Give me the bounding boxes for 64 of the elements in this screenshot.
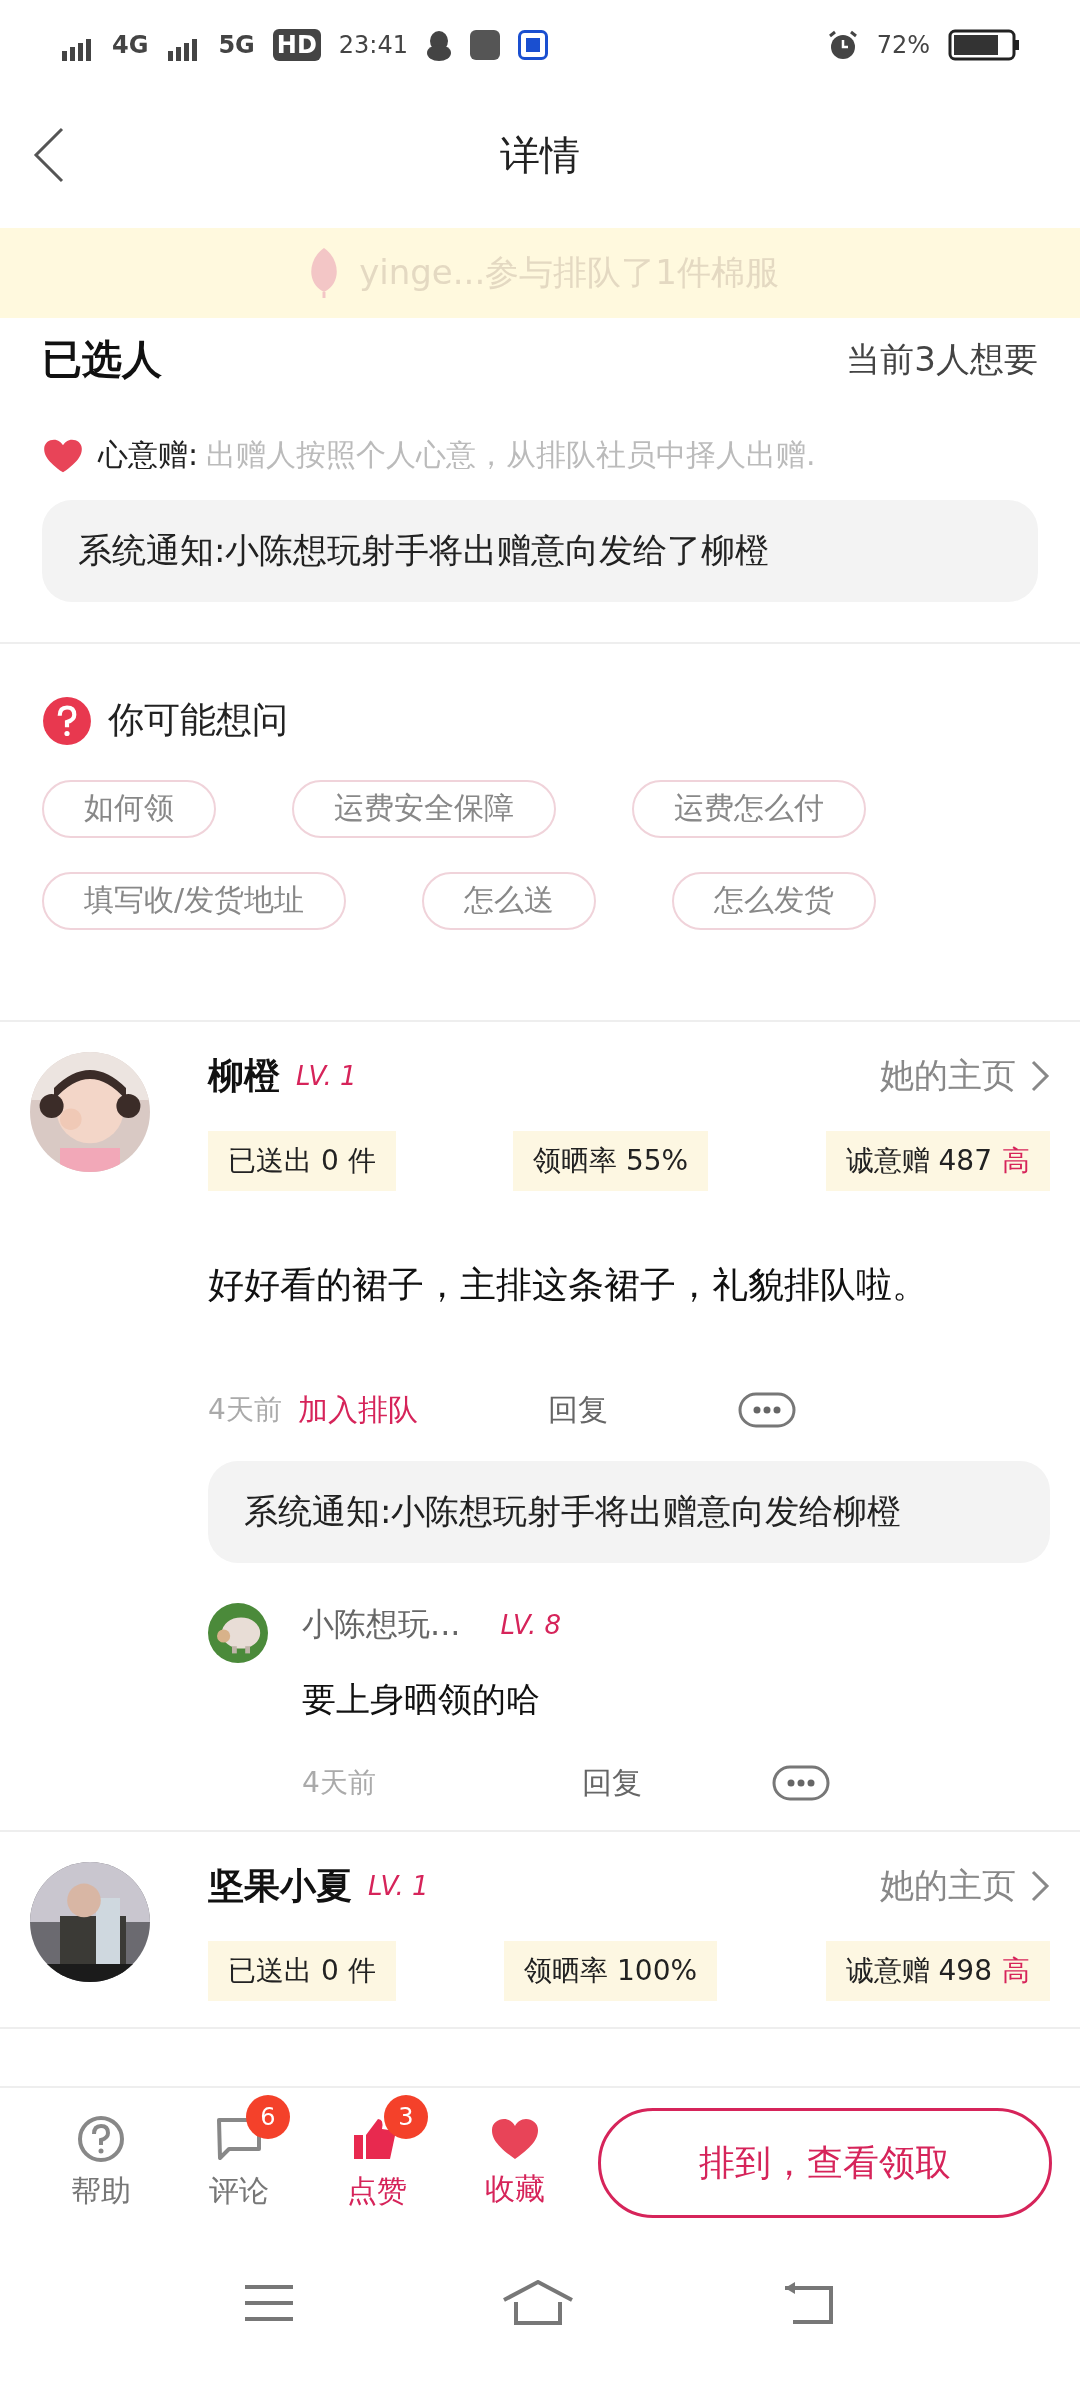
app-icon xyxy=(518,30,548,60)
heart-icon xyxy=(490,2116,540,2161)
comment-text: 好好看的裙子，主排这条裙子，礼貌排队啦。 xyxy=(208,1262,929,1307)
app-icon xyxy=(470,30,500,60)
rule-label: 心意赠: xyxy=(98,436,199,474)
profile-link[interactable]: 她的主页 xyxy=(880,1053,1050,1100)
join-queue-link[interactable]: 加入排队 xyxy=(297,1389,548,1431)
count-badge: 6 xyxy=(246,2094,290,2139)
battery-icon xyxy=(948,29,1020,61)
section-title: 已选人 xyxy=(42,335,162,384)
question-chip[interactable]: 运费安全保障 xyxy=(292,779,556,838)
count-badge: 3 xyxy=(384,2094,428,2139)
chevron-right-icon xyxy=(1030,1059,1050,1094)
user-name: 柳橙 xyxy=(208,1053,280,1098)
home-icon[interactable] xyxy=(502,2280,574,2326)
sent-stat: 已送出 0 件 xyxy=(208,1130,396,1191)
rule-text: 出赠人按照个人心意，从排队社员中择人出赠. xyxy=(206,436,816,474)
favorite-tab[interactable]: 收藏 xyxy=(450,2096,580,2210)
system-notice: 系统通知:小陈想玩射手将出赠意向发给了柳橙 xyxy=(42,500,1038,602)
comment-tab[interactable]: 6 评论 xyxy=(174,2094,304,2212)
alarm-icon xyxy=(826,29,859,61)
sincerity-score: 诚意赠 498 xyxy=(845,1952,992,1989)
more-icon[interactable] xyxy=(737,1392,796,1429)
user-name: 坚果小夏 xyxy=(208,1863,352,1908)
penguin-icon xyxy=(426,29,452,61)
reply-text: 要上身晒领的哈 xyxy=(302,1677,541,1721)
question-chip[interactable]: 怎么送 xyxy=(422,871,597,930)
sincerity-level: 高 xyxy=(1002,1142,1030,1179)
question-icon xyxy=(42,695,92,746)
help-icon xyxy=(77,2114,125,2163)
want-count: 当前3人想要 xyxy=(846,337,1038,381)
network-label: 4G xyxy=(112,31,149,59)
share-rate-stat: 领晒率 100% xyxy=(504,1940,718,2001)
sincerity-score: 诚意赠 487 xyxy=(845,1142,992,1179)
question-chip[interactable]: 填写收/发货地址 xyxy=(42,871,347,930)
user-name: 小陈想玩... xyxy=(302,1603,461,1645)
clock-time: 23:41 xyxy=(338,31,408,59)
network-label: 5G xyxy=(218,31,255,59)
menu-icon[interactable] xyxy=(243,2283,296,2323)
queue-button[interactable]: 排到，查看领取 xyxy=(598,2108,1052,2218)
level-label: LV. 8 xyxy=(500,1609,561,1640)
level-label: LV. 1 xyxy=(296,1061,357,1092)
profile-link[interactable]: 她的主页 xyxy=(880,1863,1050,1910)
chevron-right-icon xyxy=(1030,1869,1050,1904)
hd-label: HD xyxy=(272,29,321,61)
page-title: 详情 xyxy=(500,130,580,180)
question-chip[interactable]: 运费怎么付 xyxy=(632,779,866,838)
comment-time: 4天前 xyxy=(208,1392,282,1429)
share-rate-stat: 领晒率 55% xyxy=(513,1130,709,1191)
faq-title: 你可能想问 xyxy=(108,698,288,743)
heart-icon xyxy=(42,437,84,474)
like-tab[interactable]: 3 点赞 xyxy=(312,2094,442,2212)
battery-percent: 72% xyxy=(876,31,930,59)
system-notice: 系统通知:小陈想玩射手将出赠意向发给柳橙 xyxy=(208,1460,1050,1563)
reply-time: 4天前 xyxy=(302,1765,377,1802)
reply-button[interactable]: 回复 xyxy=(547,1389,738,1431)
more-icon[interactable] xyxy=(772,1765,830,1802)
question-chip[interactable]: 怎么发货 xyxy=(672,871,877,930)
sent-stat: 已送出 0 件 xyxy=(208,1940,396,2001)
sincerity-level: 高 xyxy=(1002,1952,1030,1989)
reply-button[interactable]: 回复 xyxy=(582,1762,772,1804)
question-chip[interactable]: 如何领 xyxy=(42,779,216,838)
help-tab[interactable]: 帮助 xyxy=(36,2094,166,2212)
level-label: LV. 1 xyxy=(368,1871,429,1902)
